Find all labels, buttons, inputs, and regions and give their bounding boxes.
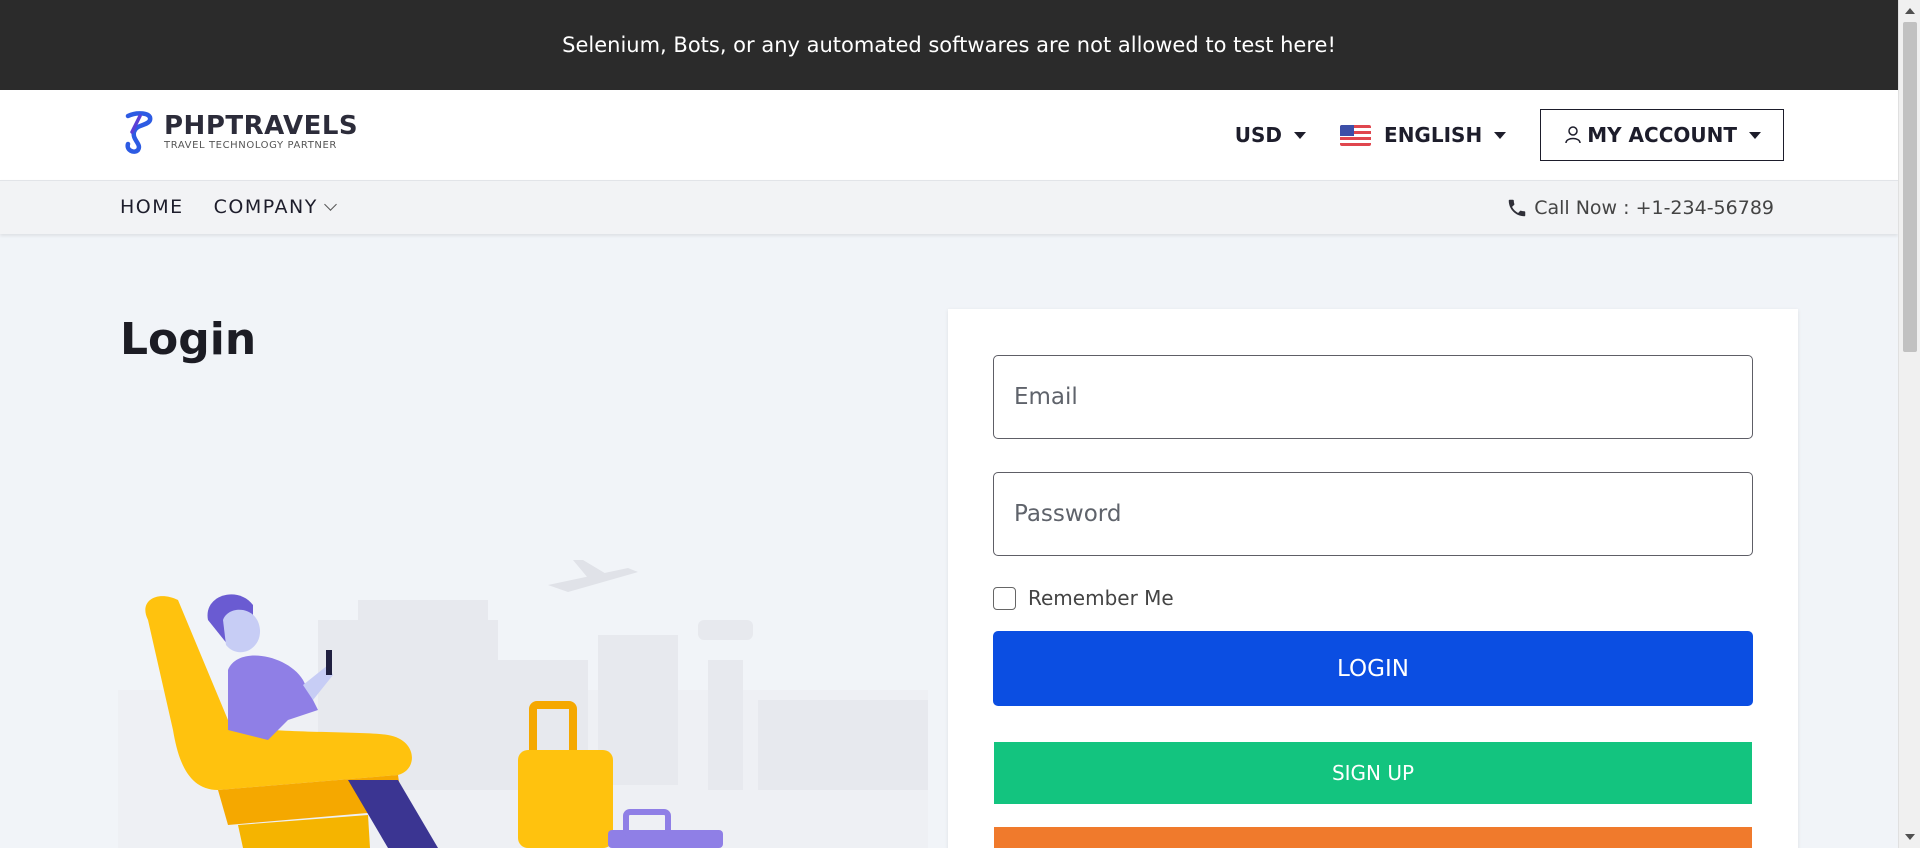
phone-text: Call Now : +1-234-56789: [1534, 197, 1774, 219]
language-label: ENGLISH: [1384, 123, 1483, 147]
banner-text: Selenium, Bots, or any automated softwar…: [562, 33, 1336, 57]
login-card: Remember Me LOGIN SIGN UP: [948, 309, 1798, 848]
scrollbar-thumb[interactable]: [1903, 22, 1917, 352]
nav-company-label: COMPANY: [213, 196, 318, 218]
my-account-button[interactable]: MY ACCOUNT: [1540, 109, 1784, 161]
page-scrollbar[interactable]: [1898, 0, 1920, 848]
site-header: PHPTRAVELS TRAVEL TECHNOLOGY PARTNER USD…: [0, 90, 1898, 180]
logo-tagline: TRAVEL TECHNOLOGY PARTNER: [164, 140, 337, 151]
us-flag-icon: [1340, 124, 1372, 146]
password-input[interactable]: [993, 472, 1753, 556]
nav-company[interactable]: COMPANY: [213, 196, 337, 218]
site-logo[interactable]: PHPTRAVELS TRAVEL TECHNOLOGY PARTNER: [122, 110, 358, 154]
logo-name: PHPTRAVELS: [164, 111, 359, 141]
traveler-illustration: [118, 560, 928, 848]
login-button[interactable]: LOGIN: [993, 631, 1753, 706]
currency-dropdown[interactable]: USD: [1234, 123, 1307, 147]
forgot-password-button[interactable]: [994, 827, 1752, 848]
remember-me[interactable]: Remember Me: [993, 586, 1174, 610]
scroll-down-icon[interactable]: [1905, 834, 1915, 840]
user-icon: [1565, 126, 1581, 144]
logo-icon: [125, 111, 153, 154]
remember-me-label: Remember Me: [1028, 586, 1174, 610]
announcement-banner: Selenium, Bots, or any automated softwar…: [0, 0, 1898, 90]
main-nav: HOME COMPANY Call Now : +1-234-56789: [0, 180, 1898, 234]
remember-me-checkbox[interactable]: [993, 586, 1016, 610]
chevron-down-icon: [323, 198, 337, 211]
call-now[interactable]: Call Now : +1-234-56789: [1506, 197, 1774, 219]
language-dropdown[interactable]: ENGLISH: [1340, 123, 1507, 147]
caret-down-icon: [1494, 131, 1507, 139]
account-label: MY ACCOUNT: [1587, 123, 1737, 147]
caret-down-icon: [1749, 131, 1761, 139]
nav-home[interactable]: HOME: [120, 196, 184, 218]
email-input[interactable]: [993, 355, 1753, 439]
phone-icon: [1508, 199, 1526, 217]
scroll-up-icon[interactable]: [1905, 8, 1915, 14]
signup-button[interactable]: SIGN UP: [994, 742, 1752, 804]
page-title: Login: [120, 314, 257, 365]
caret-down-icon: [1294, 131, 1307, 139]
nav-home-label: HOME: [120, 196, 184, 218]
currency-label: USD: [1234, 123, 1283, 147]
